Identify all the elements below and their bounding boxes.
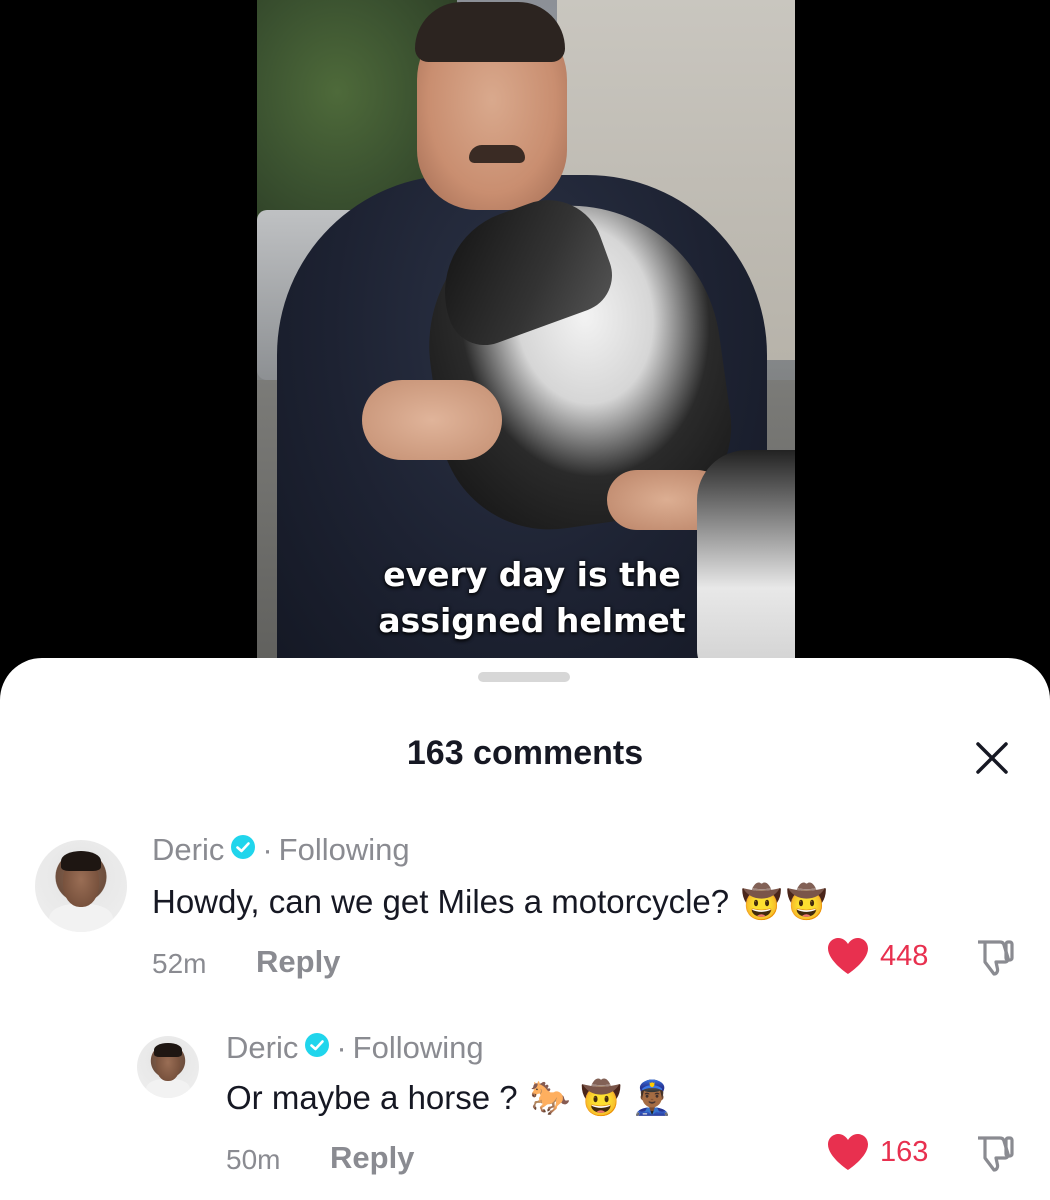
- comment-text: Or maybe a horse ? 🐎 🤠 👮🏾‍♂️: [226, 1076, 673, 1120]
- comments-count-title: 163 comments: [406, 734, 644, 772]
- dislike-button[interactable]: [970, 1132, 1016, 1183]
- thumbs-down-icon: [978, 940, 1014, 976]
- comment-username[interactable]: Deric: [152, 832, 224, 868]
- sheet-drag-handle[interactable]: [478, 672, 570, 682]
- comment-header: Deric · Following: [152, 830, 410, 870]
- officer-hair: [415, 2, 565, 62]
- dislike-button[interactable]: [970, 936, 1016, 987]
- heart-icon: [828, 938, 868, 974]
- video-area[interactable]: every day is the assigned helmet: [0, 0, 1050, 680]
- comment-timestamp: 50m: [226, 1144, 281, 1175]
- reply-button[interactable]: Reply: [330, 1140, 414, 1176]
- caption-line-2: assigned helmet: [378, 601, 686, 640]
- horse-emoji-icon: 🐎: [529, 1078, 571, 1116]
- verified-badge-icon: [230, 832, 256, 868]
- like-button[interactable]: 448: [826, 936, 928, 976]
- comment-username[interactable]: Deric: [226, 1030, 298, 1066]
- like-button[interactable]: 163: [826, 1132, 928, 1172]
- comments-sheet: 163 comments Deric · Following Howdy, ca…: [0, 658, 1050, 1200]
- close-icon: [976, 742, 1008, 774]
- separator-dot: ·: [262, 832, 273, 867]
- like-count: 163: [880, 1135, 929, 1168]
- reply-button[interactable]: Reply: [256, 944, 340, 980]
- video-caption: every day is the assigned helmet: [257, 552, 795, 644]
- comment-item: Deric · Following Howdy, can we get Mile…: [0, 828, 1050, 998]
- caption-line-1: every day is the: [383, 555, 681, 594]
- comment-timestamp: 52m: [152, 948, 207, 979]
- comment-body: Howdy, can we get Miles a motorcycle?: [152, 883, 730, 920]
- following-label: Following: [278, 832, 410, 867]
- close-button[interactable]: [968, 734, 1016, 782]
- comment-body: Or maybe a horse ?: [226, 1079, 518, 1116]
- officer-moustache: [469, 145, 525, 163]
- cowboy-emoji-icon: 🤠: [741, 882, 783, 920]
- verified-badge-icon: [304, 1030, 330, 1066]
- cowboy-emoji-icon: 🤠: [786, 882, 828, 920]
- avatar[interactable]: [35, 840, 127, 932]
- comment-text: Howdy, can we get Miles a motorcycle? 🤠 …: [152, 880, 827, 924]
- comment-header: Deric · Following: [226, 1028, 484, 1068]
- reply-comment-item: Deric · Following Or maybe a horse ? 🐎 🤠…: [0, 1028, 1050, 1198]
- heart-icon: [828, 1134, 868, 1170]
- like-count: 448: [880, 939, 929, 972]
- separator-dot: ·: [336, 1030, 347, 1065]
- following-label: Following: [352, 1030, 484, 1065]
- video-frame[interactable]: every day is the assigned helmet: [257, 0, 795, 680]
- officer-hand: [362, 380, 502, 460]
- cowboy-emoji-icon: 🤠: [580, 1078, 622, 1116]
- thumbs-down-icon: [978, 1136, 1014, 1172]
- avatar[interactable]: [137, 1036, 199, 1098]
- police-officer-emoji-icon: 👮🏾‍♂️: [631, 1078, 673, 1116]
